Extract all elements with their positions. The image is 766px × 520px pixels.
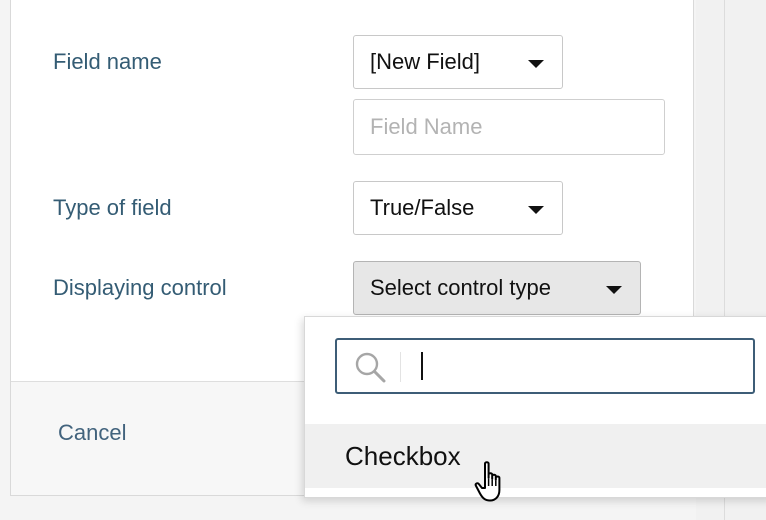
field-name-label: Field name — [53, 49, 162, 74]
field-name-select[interactable]: [New Field] — [353, 35, 563, 89]
chevron-down-icon — [606, 286, 622, 294]
field-type-label: Type of field — [53, 195, 172, 220]
control-type-select[interactable]: Select control type — [353, 261, 641, 315]
dropdown-search-input[interactable] — [335, 338, 755, 394]
control-type-select-value: Select control type — [370, 275, 551, 300]
hand-pointer-cursor-icon — [474, 461, 501, 502]
field-type-select[interactable]: True/False — [353, 181, 563, 235]
dropdown-option-checkbox[interactable]: Checkbox — [305, 424, 766, 488]
field-name-select-value: [New Field] — [370, 49, 481, 74]
cancel-button[interactable]: Cancel — [58, 420, 126, 446]
chevron-down-icon — [528, 206, 544, 214]
field-name-input[interactable] — [353, 99, 665, 155]
field-type-select-value: True/False — [370, 195, 475, 220]
control-type-dropdown: Checkbox — [304, 316, 766, 498]
search-icon — [355, 352, 386, 383]
text-caret — [421, 352, 423, 380]
control-label: Displaying control — [53, 275, 227, 300]
chevron-down-icon — [528, 60, 544, 68]
dropdown-option-label: Checkbox — [345, 441, 461, 471]
search-separator — [400, 352, 401, 382]
